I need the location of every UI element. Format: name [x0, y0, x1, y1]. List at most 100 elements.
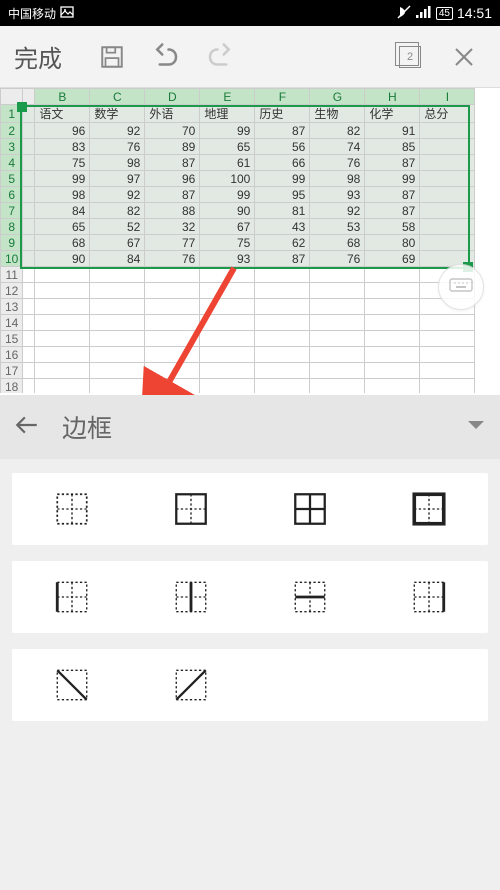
- col-head[interactable]: G: [310, 89, 365, 105]
- border-right[interactable]: [369, 571, 488, 623]
- row-head[interactable]: 2: [1, 123, 23, 139]
- empty-cell[interactable]: [145, 283, 200, 299]
- data-cell[interactable]: 96: [145, 171, 200, 187]
- data-cell[interactable]: 89: [145, 139, 200, 155]
- data-cell[interactable]: 82: [310, 123, 365, 139]
- border-left[interactable]: [12, 571, 131, 623]
- data-cell[interactable]: 92: [90, 187, 145, 203]
- empty-cell[interactable]: [420, 379, 475, 394]
- empty-cell[interactable]: [365, 363, 420, 379]
- empty-cell[interactable]: [35, 363, 90, 379]
- empty-cell[interactable]: [310, 267, 365, 283]
- empty-cell[interactable]: [145, 347, 200, 363]
- data-cell[interactable]: 53: [310, 219, 365, 235]
- empty-cell[interactable]: [255, 283, 310, 299]
- back-button[interactable]: [14, 412, 40, 443]
- data-cell[interactable]: [420, 155, 475, 171]
- border-all[interactable]: [250, 483, 369, 535]
- col-head[interactable]: C: [90, 89, 145, 105]
- row-head[interactable]: 13: [1, 299, 23, 315]
- data-cell[interactable]: [420, 235, 475, 251]
- border-inner-v[interactable]: [131, 571, 250, 623]
- data-cell[interactable]: 43: [255, 219, 310, 235]
- data-cell[interactable]: 82: [90, 203, 145, 219]
- empty-cell[interactable]: [200, 379, 255, 394]
- data-cell[interactable]: 84: [35, 203, 90, 219]
- data-cell[interactable]: 84: [90, 251, 145, 267]
- header-cell[interactable]: 化学: [365, 105, 420, 123]
- col-head[interactable]: D: [145, 89, 200, 105]
- empty-cell[interactable]: [90, 267, 145, 283]
- empty-cell[interactable]: [310, 299, 365, 315]
- header-cell[interactable]: 总分: [420, 105, 475, 123]
- data-cell[interactable]: 92: [90, 123, 145, 139]
- row-head[interactable]: 18: [1, 379, 23, 394]
- data-cell[interactable]: 95: [255, 187, 310, 203]
- row-head[interactable]: 11: [1, 267, 23, 283]
- row-head[interactable]: 12: [1, 283, 23, 299]
- data-cell[interactable]: 87: [365, 155, 420, 171]
- data-cell[interactable]: 98: [90, 155, 145, 171]
- empty-cell[interactable]: [420, 363, 475, 379]
- empty-cell[interactable]: [310, 331, 365, 347]
- empty-cell[interactable]: [90, 363, 145, 379]
- data-cell[interactable]: 99: [200, 123, 255, 139]
- data-cell[interactable]: 100: [200, 171, 255, 187]
- data-cell[interactable]: 74: [310, 139, 365, 155]
- row-head[interactable]: 5: [1, 171, 23, 187]
- data-cell[interactable]: 80: [365, 235, 420, 251]
- data-cell[interactable]: 52: [90, 219, 145, 235]
- border-outer[interactable]: [131, 483, 250, 535]
- empty-cell[interactable]: [145, 267, 200, 283]
- empty-cell[interactable]: [365, 267, 420, 283]
- data-cell[interactable]: 93: [200, 251, 255, 267]
- empty-cell[interactable]: [90, 331, 145, 347]
- data-cell[interactable]: 98: [310, 171, 365, 187]
- empty-cell[interactable]: [35, 379, 90, 394]
- data-cell[interactable]: 66: [255, 155, 310, 171]
- row-head[interactable]: 4: [1, 155, 23, 171]
- empty-cell[interactable]: [255, 267, 310, 283]
- empty-cell[interactable]: [200, 299, 255, 315]
- data-cell[interactable]: 67: [90, 235, 145, 251]
- empty-cell[interactable]: [255, 299, 310, 315]
- data-cell[interactable]: 58: [365, 219, 420, 235]
- data-cell[interactable]: 97: [90, 171, 145, 187]
- data-cell[interactable]: [420, 171, 475, 187]
- sheets-button[interactable]: 2: [388, 35, 432, 79]
- row-head[interactable]: 9: [1, 235, 23, 251]
- col-head[interactable]: H: [365, 89, 420, 105]
- data-cell[interactable]: 91: [365, 123, 420, 139]
- dropdown-toggle[interactable]: [466, 418, 486, 437]
- data-cell[interactable]: 56: [255, 139, 310, 155]
- data-cell[interactable]: 87: [365, 203, 420, 219]
- data-cell[interactable]: [420, 187, 475, 203]
- empty-cell[interactable]: [310, 347, 365, 363]
- header-cell[interactable]: 生物: [310, 105, 365, 123]
- data-cell[interactable]: [420, 139, 475, 155]
- data-cell[interactable]: 65: [35, 219, 90, 235]
- empty-cell[interactable]: [365, 379, 420, 394]
- row-head[interactable]: 8: [1, 219, 23, 235]
- header-cell[interactable]: 历史: [255, 105, 310, 123]
- border-none[interactable]: [12, 483, 131, 535]
- empty-cell[interactable]: [200, 331, 255, 347]
- data-cell[interactable]: 99: [200, 187, 255, 203]
- undo-button[interactable]: [144, 35, 188, 79]
- border-inner-h[interactable]: [250, 571, 369, 623]
- data-cell[interactable]: 68: [35, 235, 90, 251]
- empty-cell[interactable]: [255, 379, 310, 394]
- data-cell[interactable]: 76: [310, 251, 365, 267]
- data-cell[interactable]: 68: [310, 235, 365, 251]
- border-diag-down[interactable]: [12, 659, 131, 711]
- empty-cell[interactable]: [200, 267, 255, 283]
- row-head[interactable]: 14: [1, 315, 23, 331]
- save-button[interactable]: [90, 35, 134, 79]
- close-button[interactable]: [442, 35, 486, 79]
- data-cell[interactable]: [420, 123, 475, 139]
- empty-cell[interactable]: [420, 315, 475, 331]
- empty-cell[interactable]: [310, 363, 365, 379]
- empty-cell[interactable]: [365, 315, 420, 331]
- empty-cell[interactable]: [420, 331, 475, 347]
- empty-cell[interactable]: [365, 283, 420, 299]
